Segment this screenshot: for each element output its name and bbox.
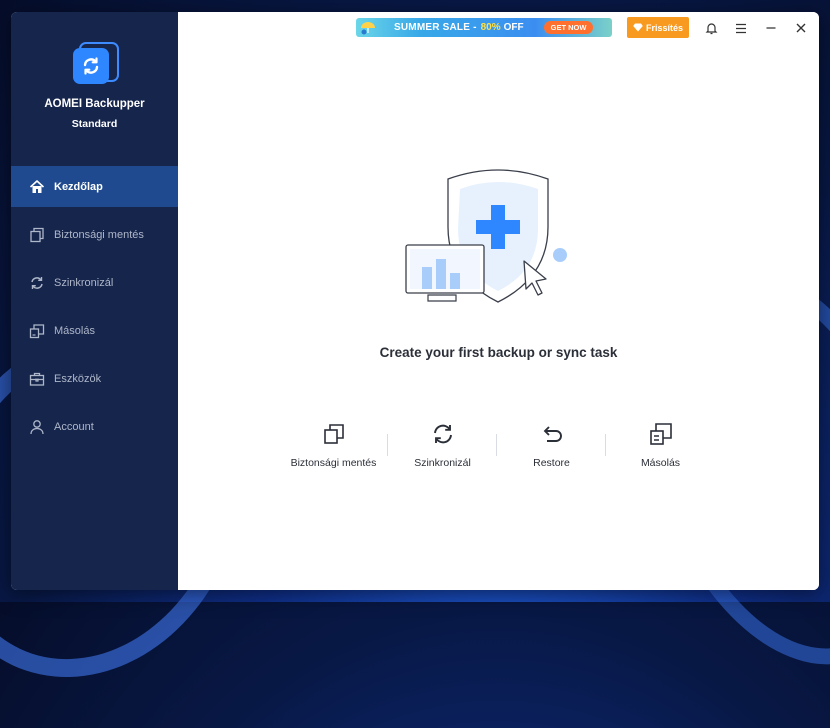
minimize-icon[interactable]: [762, 19, 780, 37]
sidebar-item-tools[interactable]: Eszközök: [11, 358, 178, 399]
sidebar: AOMEI Backupper Standard Kezdőlap Bizton…: [11, 12, 178, 590]
sidebar-item-label: Másolás: [54, 324, 95, 337]
sidebar-item-backup[interactable]: Biztonsági mentés: [11, 214, 178, 255]
action-clone[interactable]: Másolás: [605, 420, 715, 476]
sidebar-nav: Kezdőlap Biztonsági mentés Szinkronizál …: [11, 166, 178, 454]
sidebar-item-label: Biztonsági mentés: [54, 228, 144, 241]
close-icon[interactable]: [792, 19, 810, 37]
app-logo-area: AOMEI Backupper Standard: [11, 42, 178, 130]
app-logo-icon: [72, 42, 119, 86]
backup-icon: [322, 422, 346, 446]
backup-illustration: [405, 169, 567, 303]
toolbox-icon: [29, 371, 45, 387]
upgrade-label: Frissítés: [645, 22, 684, 33]
page-headline: Create your first backup or sync task: [379, 345, 618, 360]
action-sync[interactable]: Szinkronizál: [387, 420, 497, 476]
sidebar-item-sync[interactable]: Szinkronizál: [11, 262, 178, 303]
umbrella-icon: [356, 18, 380, 37]
sidebar-item-label: Account: [54, 420, 94, 433]
get-now-button[interactable]: GET NOW: [543, 21, 594, 34]
main-panel: SUMMER SALE - 80% OFF GET NOW Frissítés: [178, 12, 819, 590]
divider: [387, 434, 388, 456]
menu-icon[interactable]: [732, 19, 750, 37]
sync-icon: [29, 275, 45, 291]
app-edition: Standard: [71, 118, 118, 130]
user-icon: [29, 419, 45, 435]
sidebar-item-label: Eszközök: [54, 372, 102, 385]
divider: [605, 434, 606, 456]
sidebar-item-account[interactable]: Account: [11, 406, 178, 447]
promo-banner[interactable]: SUMMER SALE - 80% OFF GET NOW: [356, 18, 612, 37]
diamond-icon: [633, 23, 643, 32]
promo-text: SUMMER SALE -: [394, 22, 477, 33]
promo-off: OFF: [503, 22, 524, 33]
action-backup[interactable]: Biztonsági mentés: [279, 420, 388, 476]
app-name: AOMEI Backupper: [44, 98, 145, 110]
action-label: Szinkronizál: [414, 457, 471, 469]
action-label: Restore: [533, 457, 570, 469]
sidebar-item-home[interactable]: Kezdőlap: [11, 166, 178, 207]
promo-percent: 80%: [480, 22, 501, 33]
home-icon: [29, 179, 45, 195]
app-window: AOMEI Backupper Standard Kezdőlap Bizton…: [11, 12, 819, 590]
divider: [496, 434, 497, 456]
sidebar-item-clone[interactable]: Másolás: [11, 310, 178, 351]
sidebar-item-label: Szinkronizál: [54, 276, 114, 289]
restore-icon: [540, 422, 564, 446]
action-label: Másolás: [640, 457, 681, 469]
bell-icon[interactable]: [702, 19, 720, 37]
backup-icon: [29, 227, 45, 243]
action-label: Biztonsági mentés: [290, 457, 377, 469]
quick-actions: Biztonsági mentés Szinkronizál Restore M…: [279, 420, 715, 476]
action-restore[interactable]: Restore: [496, 420, 606, 476]
sidebar-item-label: Kezdőlap: [54, 180, 103, 193]
clone-icon: [649, 422, 673, 446]
clone-icon: [29, 323, 45, 339]
sync-icon: [431, 422, 455, 446]
upgrade-button[interactable]: Frissítés: [627, 17, 689, 38]
